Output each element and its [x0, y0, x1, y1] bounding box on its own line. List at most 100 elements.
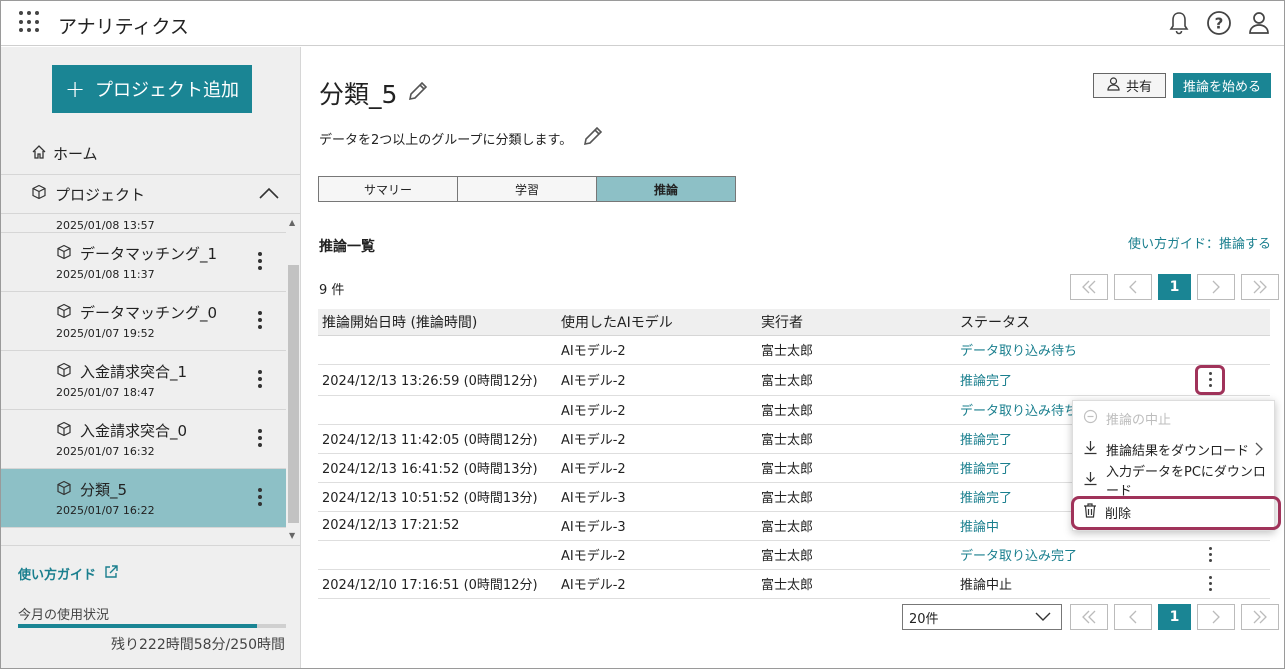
apps-grid-icon[interactable] — [19, 11, 41, 33]
next-page-button[interactable] — [1197, 604, 1235, 630]
edit-pencil-icon[interactable] — [407, 79, 429, 108]
edit-pencil-icon[interactable] — [582, 125, 604, 151]
model-cell: AIモデル-2 — [557, 395, 757, 425]
status-cell[interactable]: 推論完了 — [956, 364, 1146, 396]
model-cell: AIモデル-2 — [557, 364, 757, 396]
user-icon — [1107, 76, 1120, 95]
list-item[interactable]: 入金請求突合_1 2025/01/07 18:47 — [1, 351, 286, 410]
inference-guide-link[interactable]: 使い方ガイド：推論する — [1128, 233, 1271, 252]
user-cell: 富士太郎 — [757, 424, 956, 454]
project-date: 2025/01/07 19:52 — [56, 327, 155, 340]
project-date: 2025/01/07 16:22 — [56, 504, 155, 517]
prev-page-button[interactable] — [1114, 274, 1152, 300]
add-project-button[interactable]: + プロジェクト追加 — [52, 65, 252, 113]
chevron-right-icon — [1254, 441, 1264, 461]
menu-item-delete[interactable]: 削除 — [1073, 497, 1276, 527]
menu-item-label: 削除 — [1105, 506, 1132, 522]
user-cell: 富士太郎 — [757, 540, 956, 570]
guide-link-label: 使い方ガイド — [18, 568, 97, 583]
help-icon[interactable]: ? — [1206, 9, 1232, 37]
list-item[interactable]: 2025/01/08 13:57 — [1, 215, 286, 233]
page-size-value: 20件 — [909, 611, 939, 627]
user-cell: 富士太郎 — [757, 453, 956, 483]
scrollbar-thumb[interactable] — [288, 265, 299, 523]
status-cell[interactable]: データ取り込み待ち — [956, 335, 1146, 365]
table-row[interactable]: AIモデル-2 富士太郎 データ取り込み完了 — [318, 540, 1270, 570]
chevron-down-icon — [1035, 610, 1051, 626]
page-number-button[interactable]: 1 — [1158, 604, 1191, 630]
svg-text:?: ? — [1215, 15, 1224, 33]
sidebar: + プロジェクト追加 ホーム プロジェクト 2025/01/08 13:57 デ… — [1, 47, 301, 668]
list-item[interactable]: 入金請求突合_0 2025/01/07 16:32 — [1, 410, 286, 469]
usage-guide-link[interactable]: 使い方ガイド — [18, 564, 118, 583]
model-cell: AIモデル-3 — [557, 482, 757, 512]
description-text: データを2つ以上のグループに分類します。 — [319, 132, 573, 148]
share-button[interactable]: 共有 — [1093, 73, 1166, 98]
header-actions: ? — [1166, 9, 1272, 37]
next-page-button[interactable] — [1197, 274, 1235, 300]
row-kebab-menu-icon[interactable] — [1195, 364, 1225, 395]
tab-summary[interactable]: サマリー — [318, 176, 458, 202]
column-header: ステータス — [956, 309, 1146, 336]
list-item[interactable]: データマッチング_0 2025/01/07 19:52 — [1, 292, 286, 351]
start-time-cell: 2024/12/13 11:42:05 (0時間12分) — [318, 424, 557, 454]
sidebar-scrollbar[interactable]: ▲ ▼ — [287, 215, 300, 546]
project-name: 分類_5 — [80, 481, 128, 499]
table-row[interactable]: 2024/12/13 13:26:59 (0時間12分) AIモデル-2 富士太郎推… — [318, 364, 1270, 396]
list-item-active[interactable]: 分類_5 2025/01/07 16:22 — [1, 469, 286, 528]
tab-training[interactable]: 学習 — [457, 176, 597, 202]
start-time-cell: 2024/12/13 17:21:52 — [318, 511, 557, 541]
tab-bar: サマリー 学習 推論 — [318, 176, 736, 202]
user-cell: 富士太郎 — [757, 364, 956, 396]
cube-icon — [56, 303, 72, 323]
start-inference-button[interactable]: 推論を始める — [1173, 73, 1271, 98]
table-row[interactable]: AIモデル-2 富士太郎 データ取り込み待ち — [318, 335, 1270, 365]
model-cell: AIモデル-2 — [557, 453, 757, 483]
start-time-cell: 2024/12/13 13:26:59 (0時間12分) — [318, 364, 557, 396]
first-page-button[interactable] — [1070, 604, 1108, 630]
row-kebab-menu-icon[interactable] — [1198, 572, 1222, 596]
bell-icon[interactable] — [1166, 9, 1192, 37]
project-date: 2025/01/08 11:37 — [56, 268, 155, 281]
prev-page-button[interactable] — [1114, 604, 1152, 630]
list-item[interactable]: データマッチング_1 2025/01/08 11:37 — [1, 233, 286, 292]
share-label: 共有 — [1125, 80, 1152, 95]
project-title: 分類_5 — [319, 80, 398, 109]
sidebar-footer: 使い方ガイド 今月の使用状況 残り222時間58分/250時間 — [1, 545, 300, 668]
tab-inference[interactable]: 推論 — [596, 176, 736, 202]
menu-item-download-results[interactable]: 推論結果をダウンロード — [1073, 434, 1276, 464]
table-row[interactable]: 2024/12/10 17:16:51 (0時間12分) AIモデル-2 富士太郎推… — [318, 569, 1270, 599]
column-header: 使用したAIモデル — [557, 309, 757, 336]
last-page-button[interactable] — [1241, 604, 1279, 630]
kebab-menu-icon[interactable] — [250, 423, 270, 453]
kebab-menu-icon[interactable] — [250, 482, 270, 512]
external-link-icon — [104, 564, 118, 583]
menu-item-label: 入力データをPCにダウンロード — [1106, 465, 1266, 499]
first-page-button[interactable] — [1070, 274, 1108, 300]
pagination-bottom: 1 — [1070, 604, 1279, 630]
user-cell: 富士太郎 — [757, 511, 956, 541]
last-page-button[interactable] — [1241, 274, 1279, 300]
sidebar-item-projects[interactable]: プロジェクト — [1, 174, 300, 214]
column-header: 推論開始日時 (推論時間) — [318, 309, 557, 336]
chevron-up-icon[interactable] — [258, 186, 280, 204]
usage-remaining: 残り222時間58分/250時間 — [111, 637, 285, 653]
table-header-row: 推論開始日時 (推論時間) 使用したAIモデル 実行者 ステータス — [318, 309, 1270, 336]
page-number-button[interactable]: 1 — [1158, 274, 1191, 300]
scroll-up-icon[interactable]: ▲ — [289, 218, 295, 227]
page-size-select[interactable]: 20件 — [902, 604, 1062, 630]
start-time-cell: 2024/12/13 10:51:52 (0時間13分) — [318, 482, 557, 512]
kebab-menu-icon[interactable] — [250, 246, 270, 276]
menu-item-download-input[interactable]: 入力データをPCにダウンロード — [1073, 465, 1276, 499]
kebab-menu-icon[interactable] — [250, 305, 270, 335]
app-window: アナリティクス ? + プロジェクト追加 ホーム プロジェクト 2025/01/… — [0, 0, 1285, 669]
kebab-menu-icon[interactable] — [250, 364, 270, 394]
user-icon[interactable] — [1246, 9, 1272, 37]
top-bar: アナリティクス ? — [1, 1, 1284, 46]
sidebar-item-label: ホーム — [53, 145, 98, 163]
sidebar-item-home[interactable]: ホーム — [31, 143, 98, 164]
project-list: 2025/01/08 13:57 データマッチング_1 2025/01/08 1… — [1, 215, 286, 528]
scroll-down-icon[interactable]: ▼ — [289, 531, 295, 540]
status-cell[interactable]: データ取り込み完了 — [956, 540, 1146, 570]
row-kebab-menu-icon[interactable] — [1198, 543, 1222, 567]
